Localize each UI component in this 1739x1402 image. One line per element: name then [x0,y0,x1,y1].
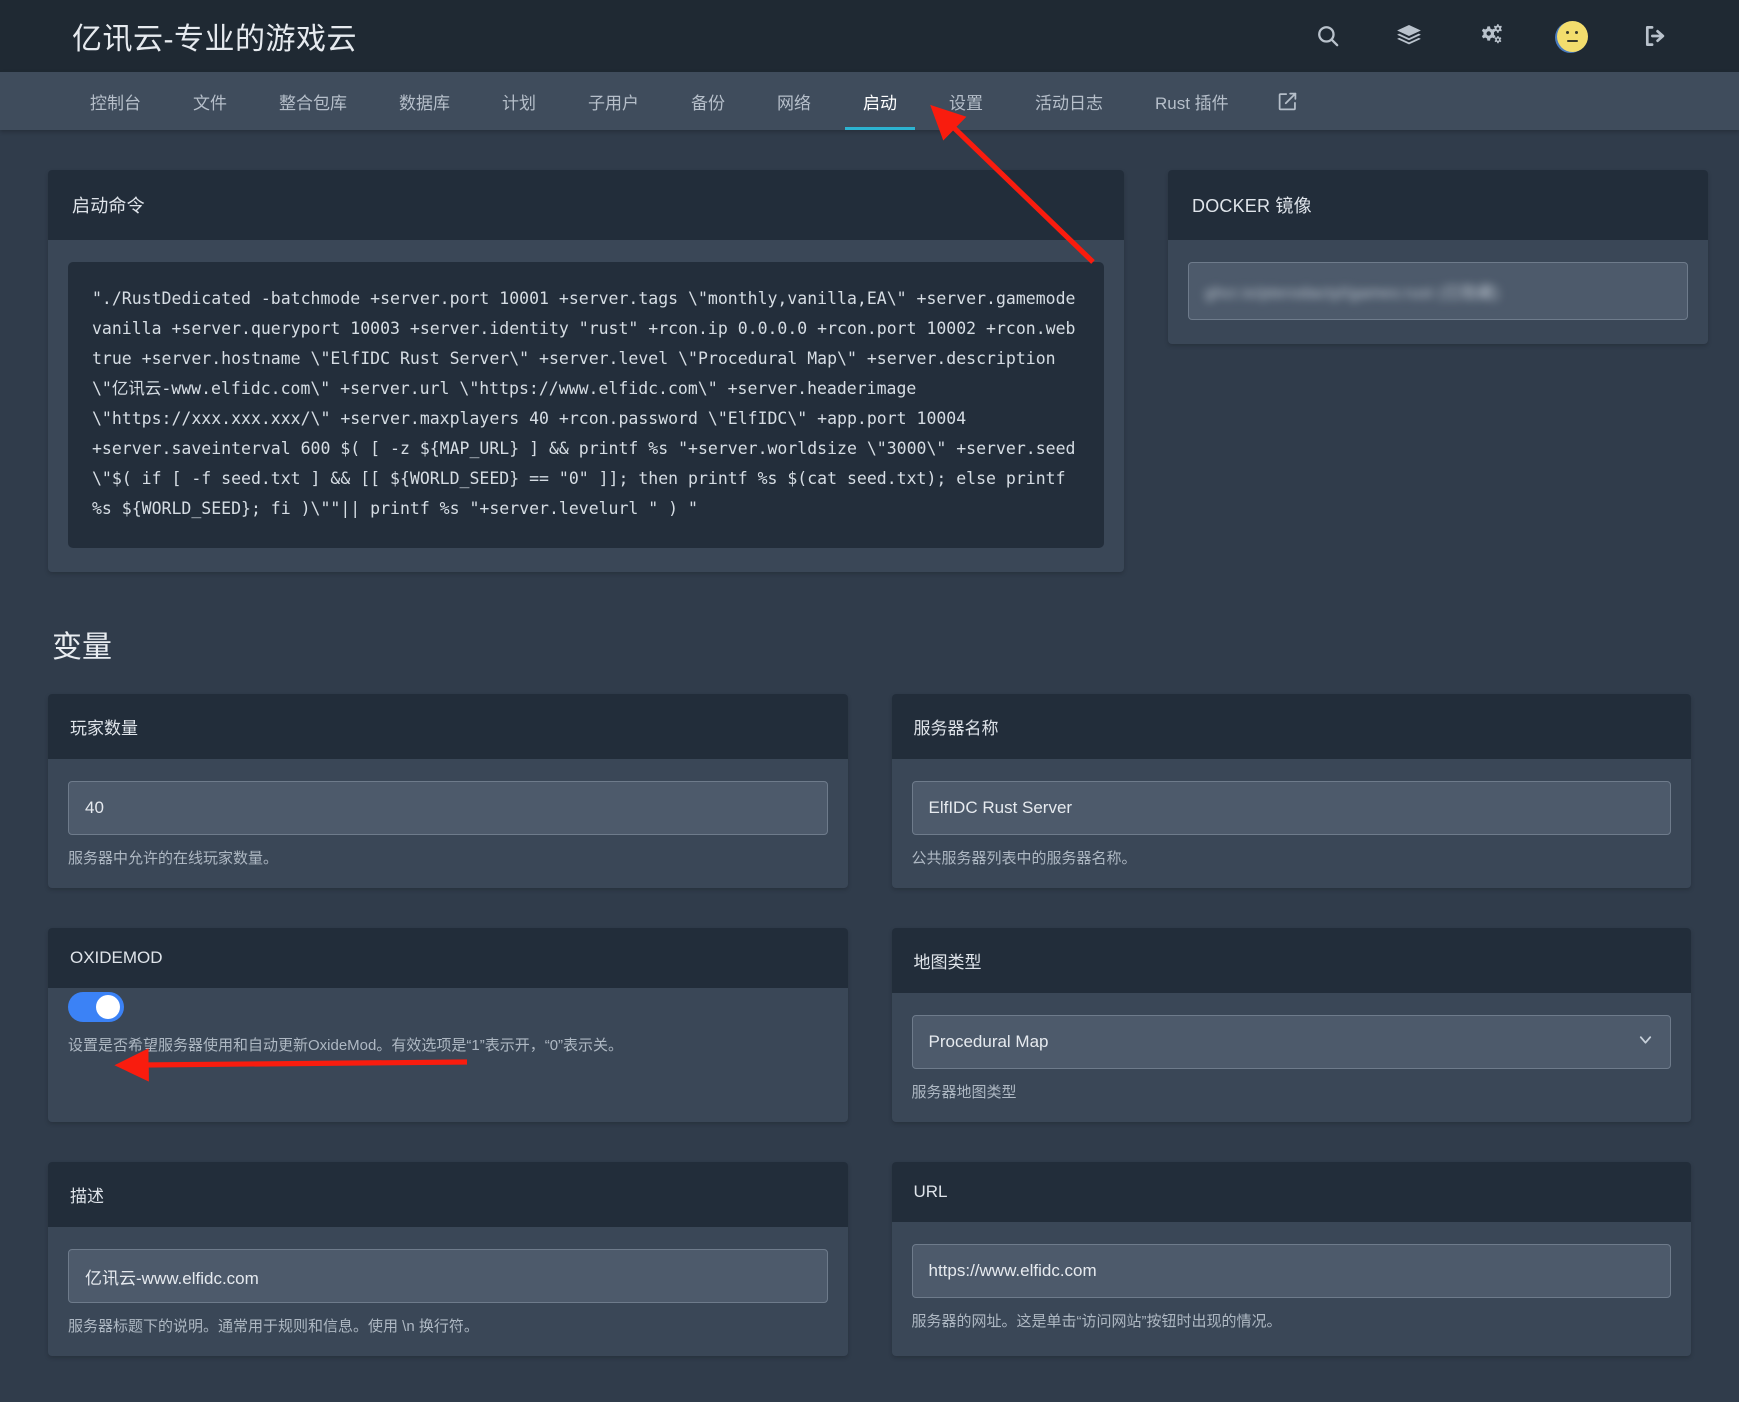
variable-body-oxidemod: 设置是否希望服务器使用和自动更新OxideMod。有效选项是“1”表示开，“0”… [48,988,848,1075]
variable-body-server-name: 公共服务器列表中的服务器名称。 [892,759,1692,888]
oxidemod-toggle[interactable] [68,992,124,1022]
variables-grid: 玩家数量 服务器中允许的在线玩家数量。 服务器名称 公共服务器列表中的服务器名称… [48,694,1691,1356]
nav-tab-settings[interactable]: 设置 [923,72,1009,130]
variable-body-url: 服务器的网址。这是单击“访问网站”按钮时出现的情况。 [892,1222,1692,1351]
description-input[interactable] [68,1249,828,1303]
gears-icon[interactable] [1476,22,1504,50]
variable-hint-server-name: 公共服务器列表中的服务器名称。 [911,850,1137,867]
nav-tab-files[interactable]: 文件 [167,72,253,130]
variable-card-map-type: 地图类型 Procedural Map 服务器地图类型 [891,928,1692,1122]
variable-title-max-players: 玩家数量 [48,694,848,759]
top-header: 亿讯云-专业的游戏云 [0,0,1739,72]
variable-card-description: 描述 服务器标题下的说明。通常用于规则和信息。使用 \n 换行符。 [48,1162,848,1356]
variable-body-max-players: 服务器中允许的在线玩家数量。 [48,759,848,888]
nav-tab-modpacks[interactable]: 整合包库 [253,72,373,130]
startup-command-title: 启动命令 [48,170,1124,240]
nav-tab-schedules[interactable]: 计划 [476,72,562,130]
oxidemod-toggle-knob [96,995,120,1019]
top-cards-row: 启动命令 "./RustDedicated -batchmode +server… [48,170,1708,612]
startup-command-card: 启动命令 "./RustDedicated -batchmode +server… [48,170,1124,572]
nav-tab-network[interactable]: 网络 [751,72,837,130]
docker-image-input[interactable]: ghcr.io/pterodactyl/games:rust (已隐藏) [1188,262,1688,320]
nav-tab-console[interactable]: 控制台 [64,72,167,130]
nav-tab-activity-log[interactable]: 活动日志 [1009,72,1129,130]
logout-icon[interactable] [1641,22,1669,50]
avatar[interactable] [1557,20,1588,52]
variable-hint-oxidemod: 设置是否希望服务器使用和自动更新OxideMod。有效选项是“1”表示开，“0”… [68,1037,624,1054]
startup-command-body: "./RustDedicated -batchmode +server.port… [48,240,1124,572]
map-type-select-wrap: Procedural Map [911,1015,1671,1069]
variable-hint-map-type: 服务器地图类型 [911,1084,1017,1101]
docker-image-card: DOCKER 镜像 ghcr.io/pterodactyl/games:rust… [1168,170,1708,344]
startup-command-text: "./RustDedicated -batchmode +server.port… [68,262,1104,548]
docker-image-title: DOCKER 镜像 [1168,170,1708,240]
docker-image-body: ghcr.io/pterodactyl/games:rust (已隐藏) [1168,240,1708,344]
docker-image-column: DOCKER 镜像 ghcr.io/pterodactyl/games:rust… [1168,170,1708,384]
variable-hint-description: 服务器标题下的说明。通常用于规则和信息。使用 \n 换行符。 [68,1318,479,1335]
app-page: 亿讯云-专业的游戏云 控制台 文件 整合包库 数据库 计划 子用户 备份 网络 … [0,0,1739,1402]
map-type-select[interactable]: Procedural Map [911,1015,1671,1069]
variable-hint-max-players: 服务器中允许的在线玩家数量。 [68,850,279,867]
variable-card-max-players: 玩家数量 服务器中允许的在线玩家数量。 [48,694,848,888]
variable-card-oxidemod: OXIDEMOD 设置是否希望服务器使用和自动更新OxideMod。有效选项是“… [48,928,848,1122]
main-content: 启动命令 "./RustDedicated -batchmode +server… [0,130,1739,1356]
server-name-input[interactable] [911,781,1671,835]
header-actions [1314,20,1697,52]
nav-tab-startup[interactable]: 启动 [837,72,923,130]
docker-image-value: ghcr.io/pterodactyl/games:rust (已隐藏) [1205,285,1500,302]
nav-tab-databases[interactable]: 数据库 [373,72,476,130]
variables-section-title: 变量 [52,631,112,664]
variable-body-map-type: Procedural Map 服务器地图类型 [892,993,1692,1122]
map-type-selected-value: Procedural Map [928,1032,1049,1051]
max-players-input[interactable] [68,781,828,835]
variable-title-server-name: 服务器名称 [891,694,1691,759]
variable-hint-url: 服务器的网址。这是单击“访问网站”按钮时出现的情况。 [911,1313,1282,1330]
nav-tabs: 控制台 文件 整合包库 数据库 计划 子用户 备份 网络 启动 设置 活动日志 … [0,72,1739,130]
brand-title: 亿讯云-专业的游戏云 [72,23,357,56]
search-icon[interactable] [1314,22,1342,50]
url-input[interactable] [911,1244,1671,1298]
layers-icon[interactable] [1395,22,1423,50]
external-link-icon[interactable] [1255,72,1320,130]
nav-tab-subusers[interactable]: 子用户 [562,72,665,130]
variable-title-map-type: 地图类型 [891,928,1691,993]
nav-tab-rust-plugins[interactable]: Rust 插件 [1129,72,1255,130]
variable-title-description: 描述 [48,1162,848,1227]
variable-title-url: URL [891,1162,1691,1222]
variable-title-oxidemod: OXIDEMOD [48,928,848,988]
nav-tab-backups[interactable]: 备份 [665,72,751,130]
startup-command-column: 启动命令 "./RustDedicated -batchmode +server… [48,170,1124,612]
variable-body-description: 服务器标题下的说明。通常用于规则和信息。使用 \n 换行符。 [48,1227,848,1356]
variable-card-url: URL 服务器的网址。这是单击“访问网站”按钮时出现的情况。 [891,1162,1692,1356]
variable-card-server-name: 服务器名称 公共服务器列表中的服务器名称。 [891,694,1692,888]
